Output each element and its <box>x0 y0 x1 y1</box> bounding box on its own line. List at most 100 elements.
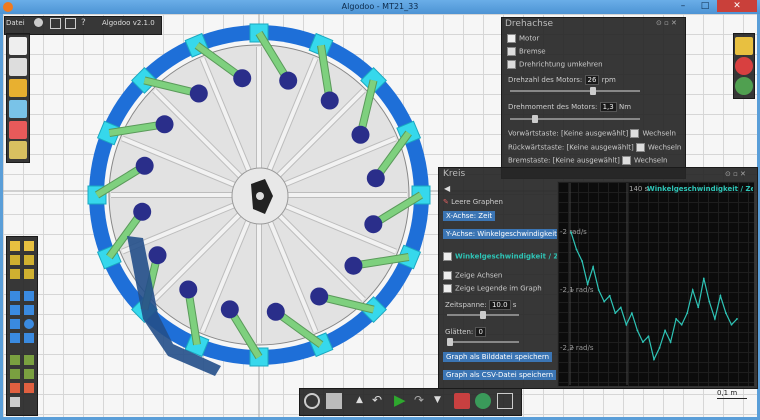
umkehren-checkbox[interactable]: Drehrichtung umkehren <box>507 60 603 69</box>
smooth-slider-knob[interactable] <box>447 338 453 346</box>
show-axes-toggle[interactable]: Zeige Achsen <box>443 271 502 280</box>
sketch-tool-icon[interactable] <box>10 291 20 301</box>
move-tool-icon[interactable] <box>10 255 20 265</box>
key-toggle-check-icon[interactable] <box>630 129 640 138</box>
key-value[interactable]: [Keine ausgewählt] <box>553 157 620 165</box>
data-point <box>592 265 595 268</box>
panel-menu-icon[interactable]: ⊙ ▫ ✕ <box>656 19 677 27</box>
spring-tool-icon[interactable] <box>10 355 20 365</box>
timespan-input[interactable]: 10.0 <box>488 300 511 310</box>
y-tick-label: -2,1 rad/s <box>560 286 594 294</box>
legend-check-icon[interactable] <box>443 284 452 293</box>
bremse-checkbox[interactable]: Bremse <box>507 47 546 56</box>
scene-browser-icon[interactable] <box>9 100 27 118</box>
back-arrow-icon[interactable]: ◀ <box>444 184 450 193</box>
pen-tool-icon[interactable] <box>10 397 20 407</box>
thruster-tool-icon[interactable] <box>10 383 20 393</box>
drehmoment-slider[interactable] <box>510 118 640 120</box>
gear-tool-icon[interactable] <box>24 305 34 315</box>
tracer-tool-icon[interactable] <box>24 369 34 379</box>
smooth-slider[interactable] <box>447 341 519 343</box>
pan-icon[interactable] <box>326 393 342 409</box>
right-toolbar <box>733 33 755 99</box>
file-toolbar <box>6 33 30 163</box>
axes-check-icon[interactable] <box>443 271 452 280</box>
file-menu[interactable]: Datei <box>6 19 25 27</box>
clear-scene-icon[interactable] <box>9 58 27 76</box>
compass-icon[interactable] <box>735 77 753 95</box>
data-point <box>608 294 611 297</box>
undo-icon[interactable]: ↶ <box>372 393 382 407</box>
laser-tool-icon[interactable] <box>24 383 34 393</box>
save-icon[interactable] <box>9 141 27 159</box>
brush-tool-icon[interactable] <box>24 291 34 301</box>
smooth-input[interactable]: 0 <box>475 327 486 337</box>
scale-tool-icon[interactable] <box>24 269 34 279</box>
gravity-icon[interactable] <box>475 393 491 409</box>
cut-tool-icon[interactable] <box>10 305 20 315</box>
drehzahl-row: Drehzahl des Motors: 26 rpm <box>508 75 616 85</box>
data-point <box>586 283 589 286</box>
grid-icon[interactable] <box>497 393 513 409</box>
plane-tool-icon[interactable] <box>10 333 20 343</box>
image-icon[interactable] <box>65 18 76 29</box>
clear-graphs-row[interactable]: ✎ Leere Graphen <box>443 198 503 206</box>
play-icon[interactable]: ▶ <box>394 391 406 409</box>
motor-checkbox[interactable]: Motor <box>507 34 539 43</box>
graph-toggle-label: Winkelgeschwindigkeit / Zeit <box>455 252 570 261</box>
timespan-row: Zeitspanne: 10.0 s <box>445 300 516 310</box>
drehmoment-input[interactable]: 1,3 <box>599 102 617 112</box>
bremse-label: Bremse <box>519 47 546 56</box>
layers-icon[interactable] <box>735 37 753 55</box>
drehmoment-slider-knob[interactable] <box>532 115 538 123</box>
chain-tool-icon[interactable] <box>24 333 34 343</box>
speed-up-icon[interactable]: ▲ <box>356 395 363 405</box>
photo-icon[interactable] <box>9 121 27 139</box>
rotate-tool-icon[interactable] <box>10 269 20 279</box>
circle-tool-icon[interactable] <box>24 319 34 329</box>
key-row-backward: Rückwärtstaste: [Keine ausgewählt] Wechs… <box>508 143 681 152</box>
motor-check-icon[interactable] <box>507 34 516 43</box>
physics-icon[interactable] <box>454 393 470 409</box>
grab-tool-icon[interactable] <box>24 241 34 251</box>
open-folder-icon[interactable] <box>9 79 27 97</box>
redo-icon[interactable]: ↷ <box>414 393 424 407</box>
umkehren-check-icon[interactable] <box>507 60 516 69</box>
settings-icon[interactable] <box>34 18 43 27</box>
minimize-button[interactable]: – <box>672 0 694 12</box>
hinge-tool-icon[interactable] <box>24 355 34 365</box>
key-value[interactable]: [Keine ausgewählt] <box>567 144 634 152</box>
close-button[interactable]: ✕ <box>717 0 757 12</box>
fixate-tool-icon[interactable] <box>10 369 20 379</box>
playback-toolbar: ▲ ↶ ▶ ↷ ▼ <box>299 388 522 416</box>
maximize-button[interactable]: □ <box>694 0 716 12</box>
drehzahl-slider[interactable] <box>510 90 640 92</box>
data-point <box>664 329 666 332</box>
box-tool-icon[interactable] <box>10 319 20 329</box>
save-csv-button[interactable]: Graph als CSV-Datei speichern <box>443 370 557 380</box>
cursor-tool-icon[interactable] <box>10 241 20 251</box>
new-file-icon[interactable] <box>9 37 27 55</box>
palette-icon[interactable] <box>735 57 753 75</box>
key-toggle-check-icon[interactable] <box>635 143 645 152</box>
graph-toggle[interactable]: Winkelgeschwindigkeit / Zeit <box>443 252 569 261</box>
graph-check-icon[interactable] <box>443 252 452 261</box>
key-toggle-check-icon[interactable] <box>622 156 632 165</box>
drehzahl-slider-knob[interactable] <box>590 87 596 95</box>
show-legend-toggle[interactable]: Zeige Legende im Graph <box>443 284 542 293</box>
bremse-check-icon[interactable] <box>507 47 516 56</box>
clear-graphs-label: Leere Graphen <box>451 198 503 206</box>
key-value[interactable]: [Keine ausgewählt] <box>561 130 628 138</box>
save-image-button[interactable]: Graph als Bilddatei speichern <box>443 352 553 362</box>
data-point <box>653 358 655 361</box>
x-axis-button[interactable]: X-Achse: Zeit <box>443 211 496 221</box>
drehzahl-input[interactable]: 26 <box>584 75 600 85</box>
slow-down-icon[interactable]: ▼ <box>434 395 441 405</box>
drag-tool-icon[interactable] <box>24 255 34 265</box>
help-icon[interactable]: ? <box>81 18 86 28</box>
kreis-panel-menu-icon[interactable]: ⊙ ▫ ✕ <box>725 170 746 178</box>
window-icon[interactable] <box>50 18 61 29</box>
timespan-slider-knob[interactable] <box>480 311 486 319</box>
zoom-icon[interactable] <box>304 393 320 409</box>
y-axis-button[interactable]: Y-Achse: Winkelgeschwindigkeit <box>443 229 560 239</box>
